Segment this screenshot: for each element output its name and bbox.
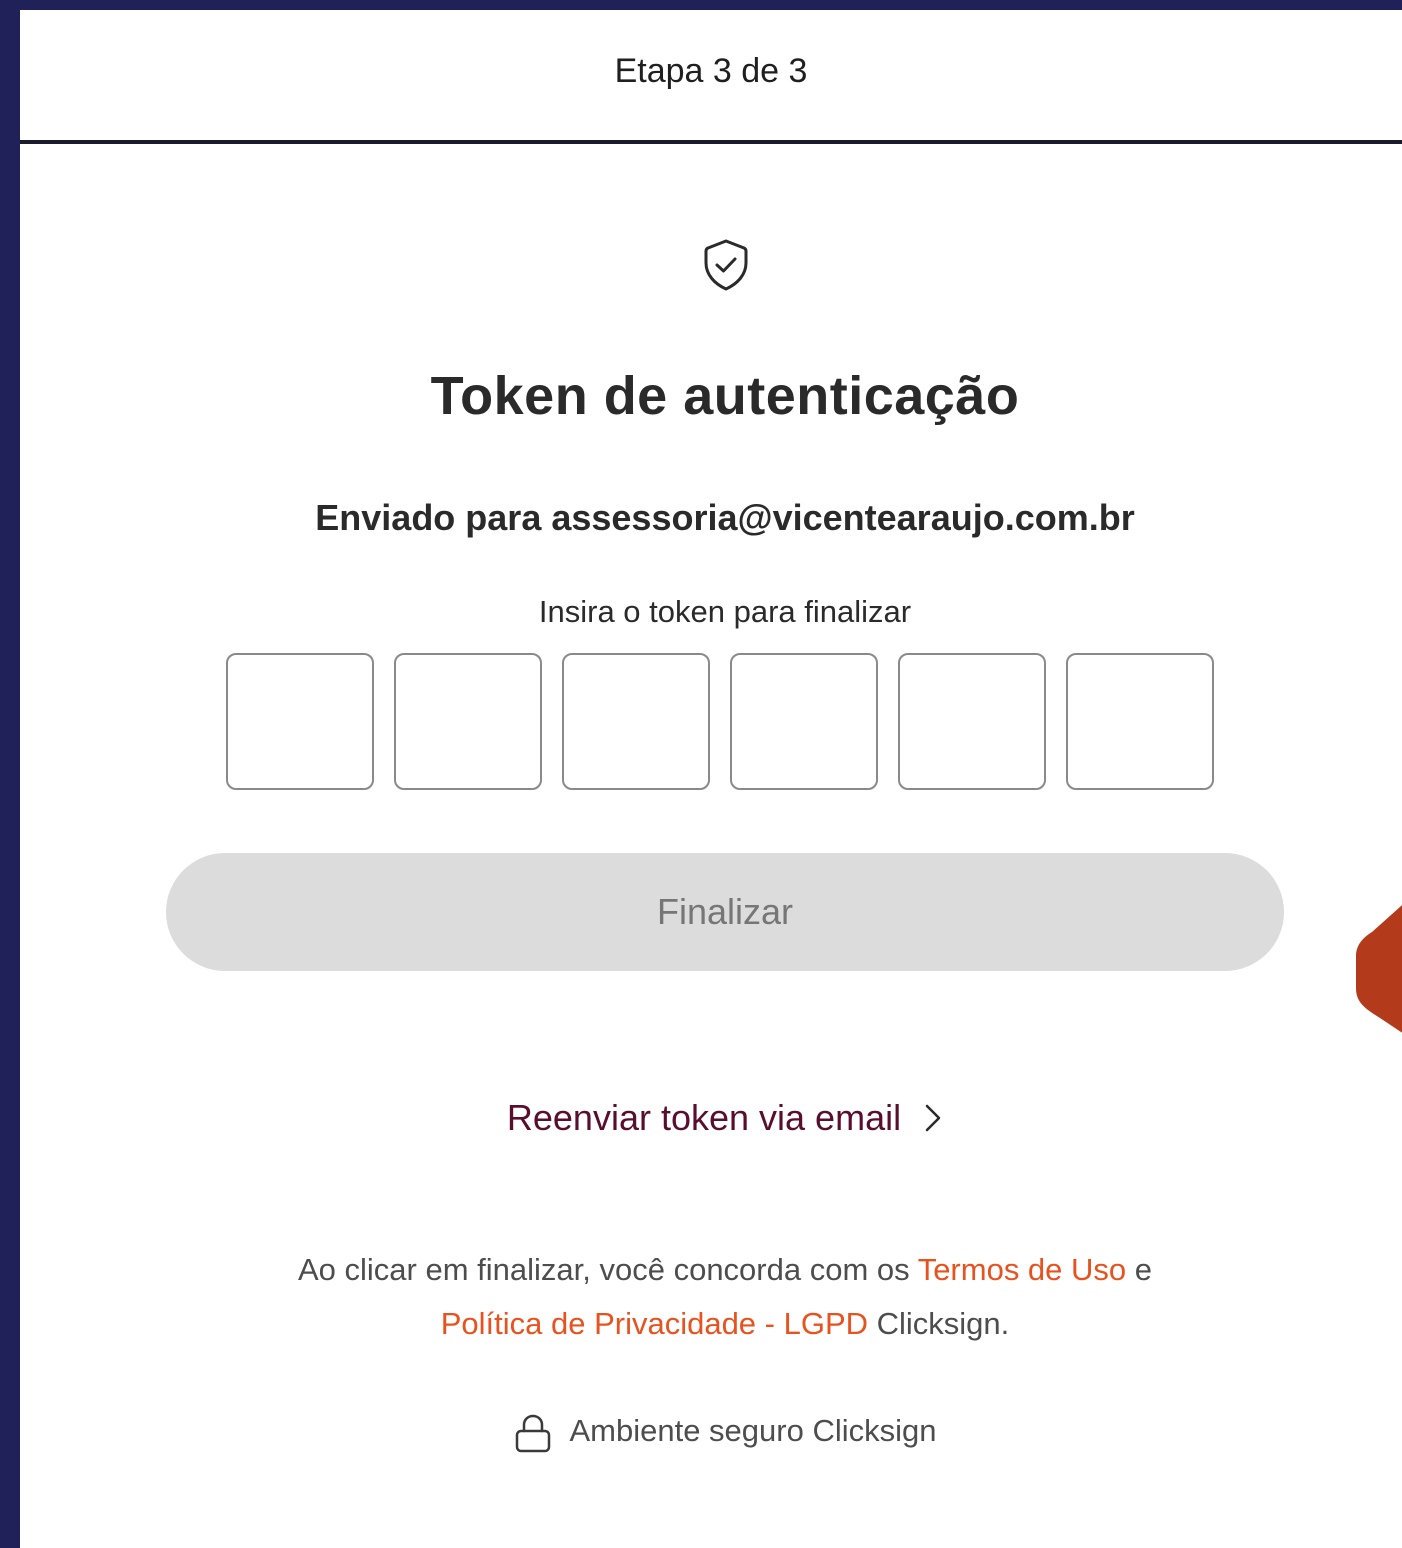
step-indicator: Etapa 3 de 3 [614, 51, 808, 90]
shield-check-icon [704, 239, 748, 291]
page-title: Token de autenticação [430, 366, 1020, 426]
token-digit-1[interactable] [226, 653, 374, 790]
resend-token-link[interactable]: Reenviar token via email [20, 1097, 1402, 1139]
auth-card: Etapa 3 de 3 Token de autenticação Envia… [20, 10, 1402, 1548]
chevron-right-icon [925, 1104, 941, 1132]
legal-consent-text: Ao clicar em finalizar, você concorda co… [20, 1243, 1402, 1351]
privacy-policy-link[interactable]: Política de Privacidade - LGPD [441, 1306, 868, 1341]
finalize-button[interactable]: Finalizar [166, 853, 1284, 971]
token-instruction: Insira o token para finalizar [538, 594, 912, 629]
resend-token-label: Reenviar token via email [506, 1097, 902, 1138]
token-digit-3[interactable] [562, 653, 710, 790]
token-digit-4[interactable] [730, 653, 878, 790]
terms-of-use-link[interactable]: Termos de Uso [918, 1252, 1126, 1287]
token-input-group [226, 653, 1214, 790]
orange-corner-decoration [1356, 905, 1402, 1033]
lock-icon [516, 1414, 551, 1453]
legal-prefix: Ao clicar em finalizar, você concorda co… [297, 1252, 918, 1287]
secure-label: Ambiente seguro Clicksign [569, 1413, 937, 1448]
token-digit-2[interactable] [394, 653, 542, 790]
token-digit-6[interactable] [1066, 653, 1214, 790]
secure-environment-notice: Ambiente seguro Clicksign [20, 1410, 1402, 1453]
step-header: Etapa 3 de 3 [20, 10, 1402, 144]
sent-to-email: Enviado para assessoria@vicentearaujo.co… [315, 497, 1135, 538]
token-digit-5[interactable] [898, 653, 1046, 790]
legal-suffix: Clicksign. [868, 1306, 1010, 1341]
legal-connector: e [1126, 1252, 1153, 1287]
